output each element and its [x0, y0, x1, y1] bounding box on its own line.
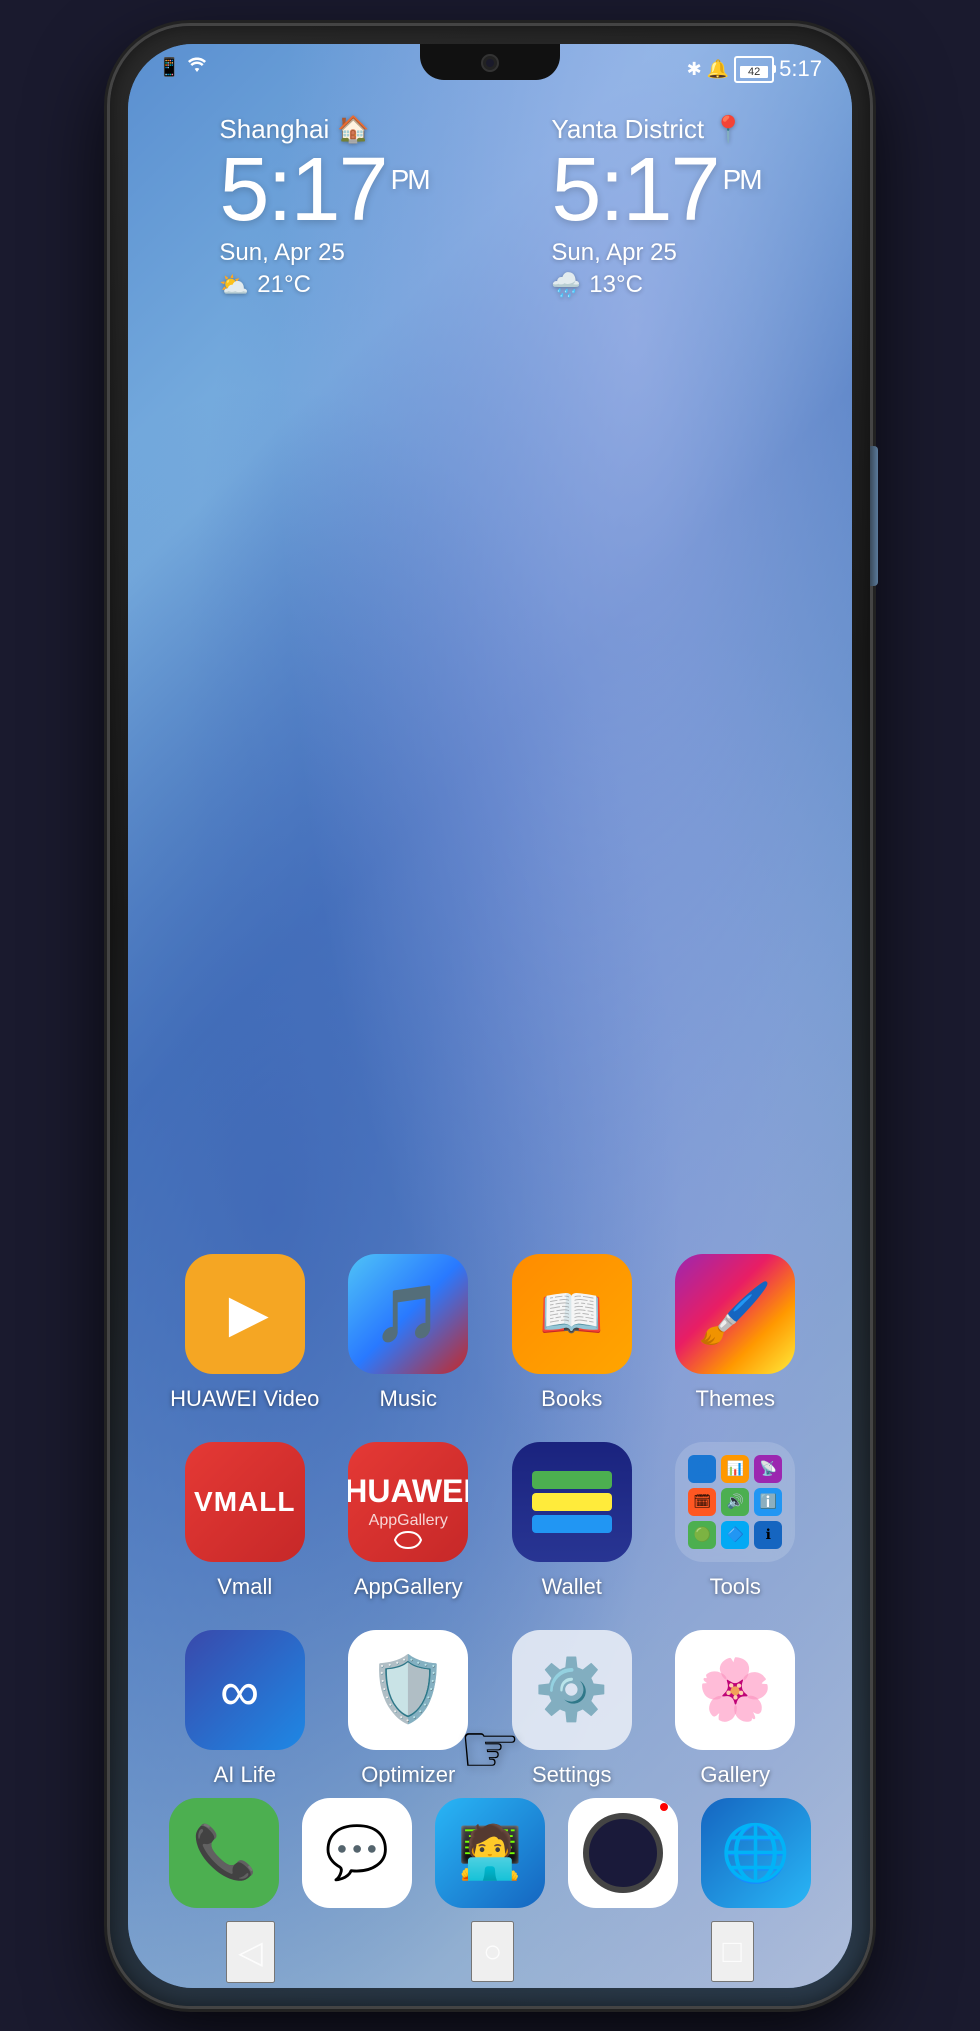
nav-recent[interactable]: □	[711, 1921, 754, 1982]
weather-icon-1: ⛅	[219, 271, 249, 300]
wallet-bar-green	[532, 1471, 612, 1489]
front-camera	[481, 54, 499, 72]
status-time: 5:17	[779, 56, 822, 82]
support-icon: 🧑‍💻	[458, 1822, 523, 1883]
app-themes[interactable]: 🖌️ Themes	[659, 1254, 813, 1412]
dock-messages[interactable]: 💬	[302, 1798, 412, 1908]
wifi-icon	[186, 56, 208, 79]
app-label-huawei-video: HUAWEI Video	[170, 1386, 319, 1412]
app-gallery[interactable]: 🌸 Gallery	[659, 1630, 813, 1788]
dock-support[interactable]: 🧑‍💻	[435, 1798, 545, 1908]
dock: 📞 💬 🧑‍💻 🌐	[158, 1798, 822, 1908]
notch	[420, 44, 560, 80]
bluetooth-icon: ✱	[687, 59, 702, 80]
app-label-settings: Settings	[532, 1762, 612, 1788]
book-icon: 📖	[539, 1283, 604, 1344]
icon-settings: ⚙️	[512, 1630, 632, 1750]
app-wallet[interactable]: Wallet	[495, 1442, 649, 1600]
date-yanta: Sun, Apr 25	[551, 239, 760, 267]
notification-icon: 🔔	[707, 59, 729, 80]
weather-icon-2: 🌧️	[551, 271, 581, 300]
dock-phone[interactable]: 📞	[169, 1798, 279, 1908]
app-label-vmall: Vmall	[217, 1574, 272, 1600]
app-books[interactable]: 📖 Books	[495, 1254, 649, 1412]
tool-cell-5: 🔊	[721, 1488, 749, 1516]
tool-cell-8: 🔷	[721, 1521, 749, 1549]
time-yanta: 5:17PM	[551, 145, 760, 235]
app-vmall[interactable]: VMALL Vmall	[168, 1442, 322, 1600]
camera-lens	[583, 1813, 663, 1893]
tool-cell-6: ℹ️	[754, 1488, 782, 1516]
cursor-hand: ☞	[459, 1708, 522, 1790]
tool-cell-1: 👤	[688, 1455, 716, 1483]
browser-icon: 🌐	[721, 1820, 791, 1886]
icon-books: 📖	[512, 1254, 632, 1374]
time-shanghai: 5:17PM	[219, 145, 428, 235]
wallet-bars	[532, 1471, 612, 1533]
app-label-optimizer: Optimizer	[361, 1762, 455, 1788]
dock-browser[interactable]: 🌐	[701, 1798, 811, 1908]
nav-back[interactable]: ◁	[226, 1921, 275, 1983]
phone-screen: 📱 ✱ 🔔 42 5:17	[128, 44, 852, 1988]
icon-music: 🎵	[348, 1254, 468, 1374]
icon-optimizer: 🛡️	[348, 1630, 468, 1750]
icon-tools: 👤 📊 📡 🗓 🔊 ℹ️ 🟢 🔷 ℹ	[675, 1442, 795, 1562]
date-shanghai: Sun, Apr 25	[219, 239, 428, 267]
vmall-text: VMALL	[194, 1486, 295, 1518]
app-label-themes: Themes	[696, 1386, 775, 1412]
phone-icon: 📞	[192, 1822, 257, 1883]
status-left: 📱	[158, 52, 208, 79]
icon-appgallery: HUAWEI AppGallery	[348, 1442, 468, 1562]
icon-gallery: 🌸	[675, 1630, 795, 1750]
messages-icon: 💬	[325, 1822, 390, 1883]
icon-huawei-video	[185, 1254, 305, 1374]
app-label-gallery: Gallery	[700, 1762, 770, 1788]
app-appgallery[interactable]: HUAWEI AppGallery AppGallery	[332, 1442, 486, 1600]
app-label-tools: Tools	[710, 1574, 761, 1600]
clock-area: Shanghai 🏠 5:17PM Sun, Apr 25 ⛅ 21°C Yan…	[128, 114, 852, 300]
sim-icon: 📱	[158, 57, 180, 78]
svg-text:∞: ∞	[220, 1660, 259, 1722]
clock-widget-shanghai: Shanghai 🏠 5:17PM Sun, Apr 25 ⛅ 21°C	[219, 114, 428, 300]
icon-vmall: VMALL	[185, 1442, 305, 1562]
icon-ai-life: ∞	[185, 1630, 305, 1750]
app-label-appgallery: AppGallery	[354, 1574, 463, 1600]
tools-grid: 👤 📊 📡 🗓 🔊 ℹ️ 🟢 🔷 ℹ	[678, 1445, 792, 1559]
nav-bar: ◁ ○ □	[128, 1916, 852, 1988]
tool-cell-9: ℹ	[754, 1521, 782, 1549]
status-right: ✱ 🔔 42 5:17	[687, 52, 822, 83]
clock-widget-yanta: Yanta District 📍 5:17PM Sun, Apr 25 🌧️ 1…	[551, 114, 760, 300]
app-label-ai-life: AI Life	[214, 1762, 276, 1788]
wallet-bar-blue	[532, 1515, 612, 1533]
app-music[interactable]: 🎵 Music	[332, 1254, 486, 1412]
weather-shanghai: ⛅ 21°C	[219, 271, 428, 300]
weather-yanta: 🌧️ 13°C	[551, 271, 760, 300]
app-label-wallet: Wallet	[542, 1574, 602, 1600]
app-label-music: Music	[380, 1386, 437, 1412]
tool-cell-2: 📊	[721, 1455, 749, 1483]
ai-life-svg: ∞	[210, 1655, 280, 1725]
dock-camera[interactable]	[568, 1798, 678, 1908]
wallet-bar-yellow	[532, 1493, 612, 1511]
tool-cell-7: 🟢	[688, 1521, 716, 1549]
nav-home[interactable]: ○	[471, 1921, 514, 1982]
app-ai-life[interactable]: ∞ AI Life	[168, 1630, 322, 1788]
battery-icon: 42	[734, 56, 774, 83]
shield-icon: 🛡️	[368, 1652, 448, 1727]
phone-outer: 📱 ✱ 🔔 42 5:17	[110, 26, 870, 2006]
music-note-icon: 🎵	[373, 1281, 443, 1347]
icon-wallet	[512, 1442, 632, 1562]
flower-icon: 🌸	[698, 1654, 773, 1725]
paintbrush-icon: 🖌️	[698, 1278, 773, 1349]
tool-cell-4: 🗓	[688, 1488, 716, 1516]
icon-themes: 🖌️	[675, 1254, 795, 1374]
app-tools[interactable]: 👤 📊 📡 🗓 🔊 ℹ️ 🟢 🔷 ℹ Tools	[659, 1442, 813, 1600]
app-label-books: Books	[541, 1386, 602, 1412]
app-huawei-video[interactable]: HUAWEI Video	[168, 1254, 322, 1412]
gear-icon: ⚙️	[534, 1654, 609, 1725]
tool-cell-3: 📡	[754, 1455, 782, 1483]
